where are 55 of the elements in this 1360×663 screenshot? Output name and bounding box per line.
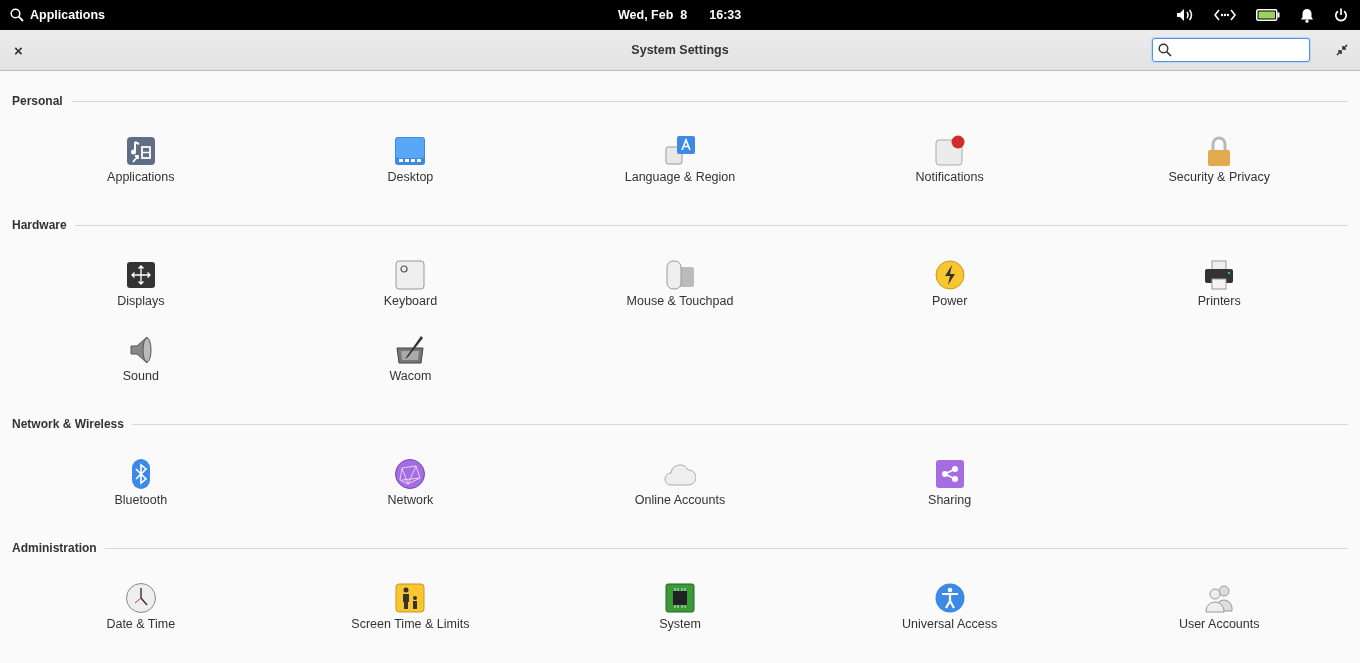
- section-heading: Administration: [12, 541, 97, 555]
- notifications-icon: [933, 135, 966, 167]
- settings-item[interactable]: System: [659, 582, 701, 631]
- settings-item[interactable]: Date & Time: [106, 582, 176, 631]
- settings-item[interactable]: Power: [931, 259, 968, 308]
- users-icon: [1203, 582, 1236, 614]
- section-heading: Hardware: [12, 218, 67, 232]
- clock-icon: [124, 582, 157, 614]
- restore-icon[interactable]: [1336, 44, 1348, 56]
- share-icon: [933, 458, 966, 490]
- settings-item[interactable]: Online Accounts: [634, 458, 726, 507]
- accessibility-icon: [933, 582, 966, 614]
- settings-item[interactable]: Keyboard: [383, 259, 438, 308]
- settings-item[interactable]: Applications: [107, 135, 175, 184]
- window-title: System Settings: [631, 43, 729, 57]
- search-icon: [10, 8, 24, 22]
- settings-item[interactable]: User Accounts: [1178, 582, 1260, 631]
- network-wired-icon[interactable]: [1214, 9, 1236, 21]
- settings-item[interactable]: Printers: [1197, 259, 1241, 308]
- settings-item[interactable]: Mouse & Touchpad: [626, 259, 734, 308]
- power-icon[interactable]: [1334, 8, 1348, 22]
- settings-item[interactable]: Universal Access: [902, 582, 998, 631]
- settings-item[interactable]: Displays: [117, 259, 165, 308]
- close-button[interactable]: ×: [12, 41, 25, 59]
- applications-icon: [124, 135, 157, 167]
- settings-item[interactable]: Notifications: [915, 135, 984, 184]
- power-icon: [933, 259, 966, 291]
- bell-icon[interactable]: [1300, 7, 1314, 23]
- battery-icon[interactable]: [1256, 9, 1280, 21]
- printer-icon: [1203, 259, 1236, 291]
- volume-icon[interactable]: [1176, 8, 1194, 22]
- display-icon: [124, 259, 157, 291]
- parent-child-icon: [394, 582, 427, 614]
- search-field[interactable]: [1152, 38, 1310, 62]
- clock[interactable]: Wed, Feb 8 16:33: [618, 8, 742, 22]
- applications-menu[interactable]: Applications: [10, 8, 105, 22]
- settings-item[interactable]: Network: [387, 458, 434, 507]
- search-icon: [1158, 43, 1172, 57]
- mouse-icon: [664, 259, 696, 291]
- settings-item[interactable]: Bluetooth: [114, 458, 168, 507]
- network-globe-icon: [394, 458, 427, 490]
- tablet-pen-icon: [394, 334, 427, 366]
- language-icon: [664, 135, 696, 167]
- settings-item[interactable]: Screen Time & Limits: [351, 582, 470, 631]
- settings-item[interactable]: Security & Privacy: [1168, 135, 1270, 184]
- section-heading: Network & Wireless: [12, 417, 124, 431]
- settings-item[interactable]: Language & Region: [624, 135, 736, 184]
- settings-item[interactable]: Sharing: [928, 458, 972, 507]
- settings-item[interactable]: Wacom: [389, 334, 432, 383]
- settings-item[interactable]: Sound: [122, 334, 159, 383]
- settings-item[interactable]: Desktop: [387, 135, 434, 184]
- chip-icon: [664, 582, 696, 614]
- section-heading: Personal: [12, 94, 63, 108]
- desktop-icon: [394, 135, 427, 167]
- keyboard-icon: [394, 259, 427, 291]
